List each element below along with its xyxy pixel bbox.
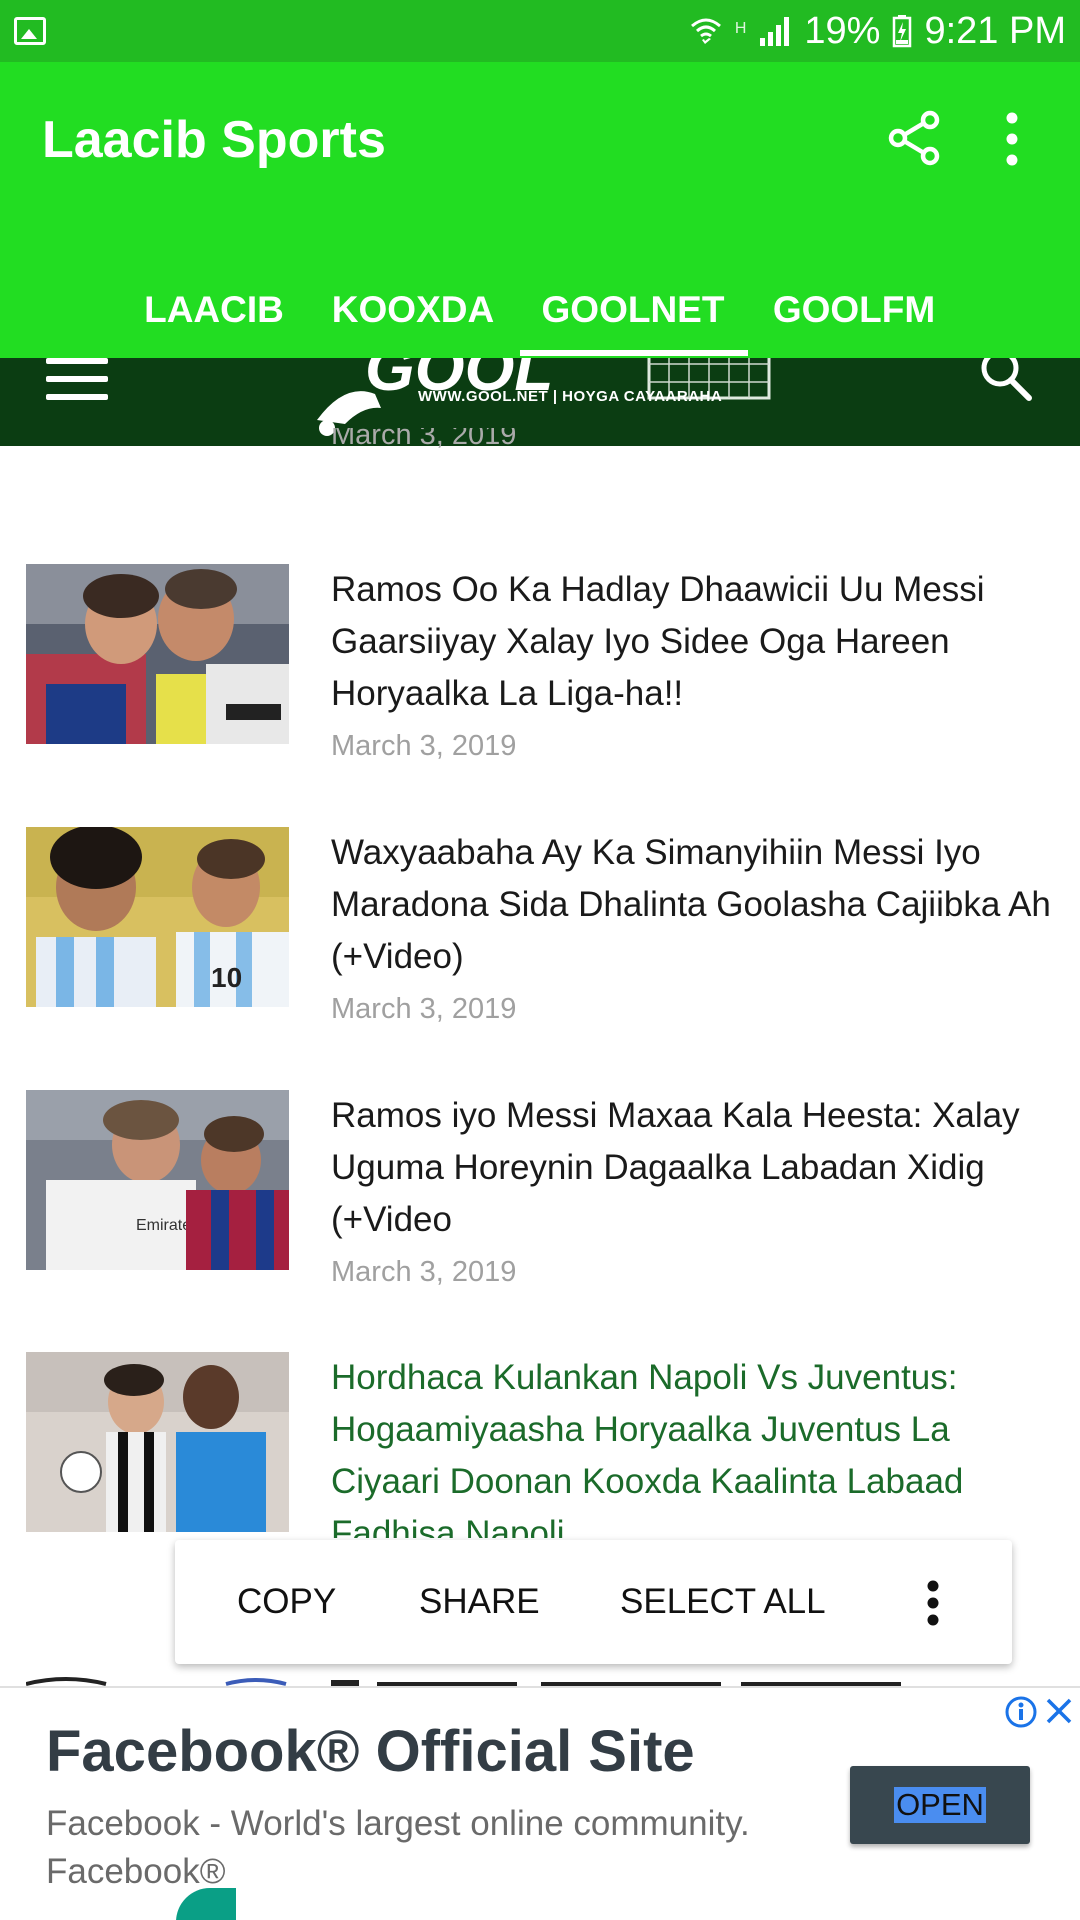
copy-button[interactable]: COPY — [237, 1540, 336, 1664]
site-tagline: WWW.GOOL.NET | HOYGA CAYAARAHA — [418, 388, 723, 405]
menu-icon[interactable] — [46, 358, 108, 406]
app-title: Laacib Sports — [42, 111, 386, 169]
article-title[interactable]: Hordhaca Kulankan Napoli Vs Juventus: Ho… — [331, 1352, 1061, 1538]
ad-info-icon[interactable] — [1005, 1696, 1037, 1728]
site-header: GOOL WWW.GOOL.NET | HOYGA CAYAARAHA — [0, 358, 1080, 446]
battery-charging-icon — [893, 15, 912, 48]
status-bar: H 19% 9:21 PM — [0, 0, 1080, 62]
share-button[interactable]: SHARE — [419, 1540, 540, 1664]
ad-open-label: OPEN — [894, 1787, 986, 1823]
clock: 9:21 PM — [924, 9, 1066, 52]
screen: H 19% 9:21 PM Laacib Sports LAACIB KOOXD… — [0, 0, 1080, 1920]
share-icon[interactable] — [884, 108, 944, 168]
article-date: March 3, 2019 — [331, 993, 517, 1025]
ad-banner[interactable]: Facebook® Official Site Facebook - World… — [0, 1686, 1080, 1920]
ad-description: Facebook - World's largest online commun… — [46, 1804, 750, 1891]
search-icon[interactable] — [975, 358, 1035, 404]
article-thumbnail[interactable]: 10 — [26, 827, 289, 1007]
previous-article-date: March 3, 2019 — [331, 428, 517, 448]
more-options-icon[interactable] — [1000, 112, 1024, 166]
article-item[interactable]: Hordhaca Kulankan Napoli Vs Juventus: Ho… — [0, 1352, 1080, 1538]
select-all-button[interactable]: SELECT ALL — [620, 1540, 826, 1664]
article-item[interactable]: Ramos Oo Ka Hadlay Dhaawicii Uu Messi Ga… — [0, 564, 1080, 774]
gallery-notification-icon — [14, 17, 46, 45]
article-thumbnail[interactable] — [26, 1352, 289, 1532]
article-date: March 3, 2019 — [331, 1256, 517, 1288]
wifi-calling-icon — [690, 18, 721, 44]
article-title[interactable]: Ramos Oo Ka Hadlay Dhaawicii Uu Messi Ga… — [331, 564, 1061, 720]
tab-bar: LAACIB KOOXDA GOOLNET GOOLFM — [0, 262, 1080, 358]
ad-close-icon[interactable] — [1044, 1696, 1074, 1726]
article-thumbnail[interactable] — [26, 564, 289, 744]
tab-laacib[interactable]: LAACIB — [122, 262, 306, 358]
article-date: March 3, 2019 — [331, 730, 517, 762]
more-actions-icon[interactable] — [927, 1580, 939, 1626]
app-bar: Laacib Sports LAACIB KOOXDA GOOLNET GOOL… — [0, 62, 1080, 358]
article-thumbnail[interactable]: Emirates — [26, 1090, 289, 1270]
tab-goolnet[interactable]: GOOLNET — [528, 262, 738, 358]
battery-percent: 19% — [804, 9, 881, 52]
article-title[interactable]: Ramos iyo Messi Maxaa Kala Heesta: Xalay… — [331, 1090, 1061, 1246]
network-type-label: H — [734, 19, 747, 37]
text-selection-toolbar: COPY SHARE SELECT ALL — [175, 1540, 1012, 1664]
ad-open-button[interactable]: OPEN — [850, 1766, 1030, 1844]
article-item[interactable]: Emirates Ramos iyo Messi Maxaa Kala Hees… — [0, 1090, 1080, 1300]
selected-tab-indicator — [520, 350, 748, 356]
ad-title[interactable]: Facebook® Official Site — [46, 1718, 695, 1785]
tab-kooxda[interactable]: KOOXDA — [322, 262, 504, 358]
signal-icon — [760, 17, 790, 46]
tab-goolfm[interactable]: GOOLFM — [760, 262, 948, 358]
article-title[interactable]: Waxyaabaha Ay Ka Simanyihiin Messi Iyo M… — [331, 827, 1061, 983]
article-item[interactable]: 10 Waxyaabaha Ay Ka Simanyihiin Messi Iy… — [0, 827, 1080, 1037]
svg-text:10: 10 — [211, 962, 242, 993]
